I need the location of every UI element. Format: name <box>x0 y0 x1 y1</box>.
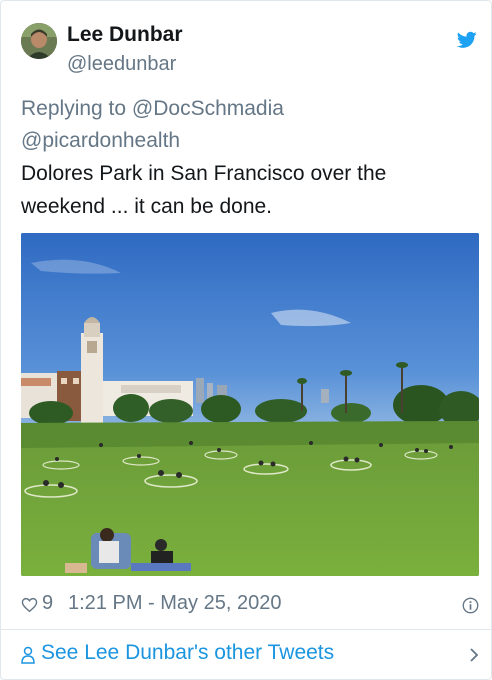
tweet-card: Lee Dunbar @leedunbar Replying to @DocSc… <box>0 0 492 680</box>
author-name[interactable]: Lee Dunbar <box>67 23 183 47</box>
divider <box>1 629 491 630</box>
avatar[interactable] <box>21 23 57 59</box>
twitter-bird-icon[interactable] <box>456 31 477 49</box>
mention-link[interactable]: @DocSchmadia <box>132 97 284 120</box>
tweet-header: Lee Dunbar @leedunbar <box>21 21 481 81</box>
tweet-photo[interactable] <box>21 233 479 576</box>
tweet-meta: 9 1:21 PM - May 25, 2020 <box>21 591 479 617</box>
replying-to-label: Replying to <box>21 97 127 120</box>
person-icon <box>21 646 35 664</box>
tweet-timestamp[interactable]: 1:21 PM - May 25, 2020 <box>68 592 281 615</box>
other-tweets-link[interactable]: See Lee Dunbar's other Tweets <box>21 637 479 673</box>
info-icon[interactable] <box>462 597 479 614</box>
tweet-text: Dolores Park in San Francisco over the w… <box>21 162 387 218</box>
footer-link-label[interactable]: See Lee Dunbar's other Tweets <box>41 641 334 665</box>
mention-link[interactable]: @picardonhealth <box>21 129 180 152</box>
heart-icon[interactable] <box>21 597 38 613</box>
replying-to: Replying to @DocSchmadia @picardonhealth <box>21 93 461 157</box>
author-handle[interactable]: @leedunbar <box>67 53 176 76</box>
chevron-right-icon[interactable] <box>469 647 479 663</box>
like-count[interactable]: 9 <box>42 592 53 615</box>
